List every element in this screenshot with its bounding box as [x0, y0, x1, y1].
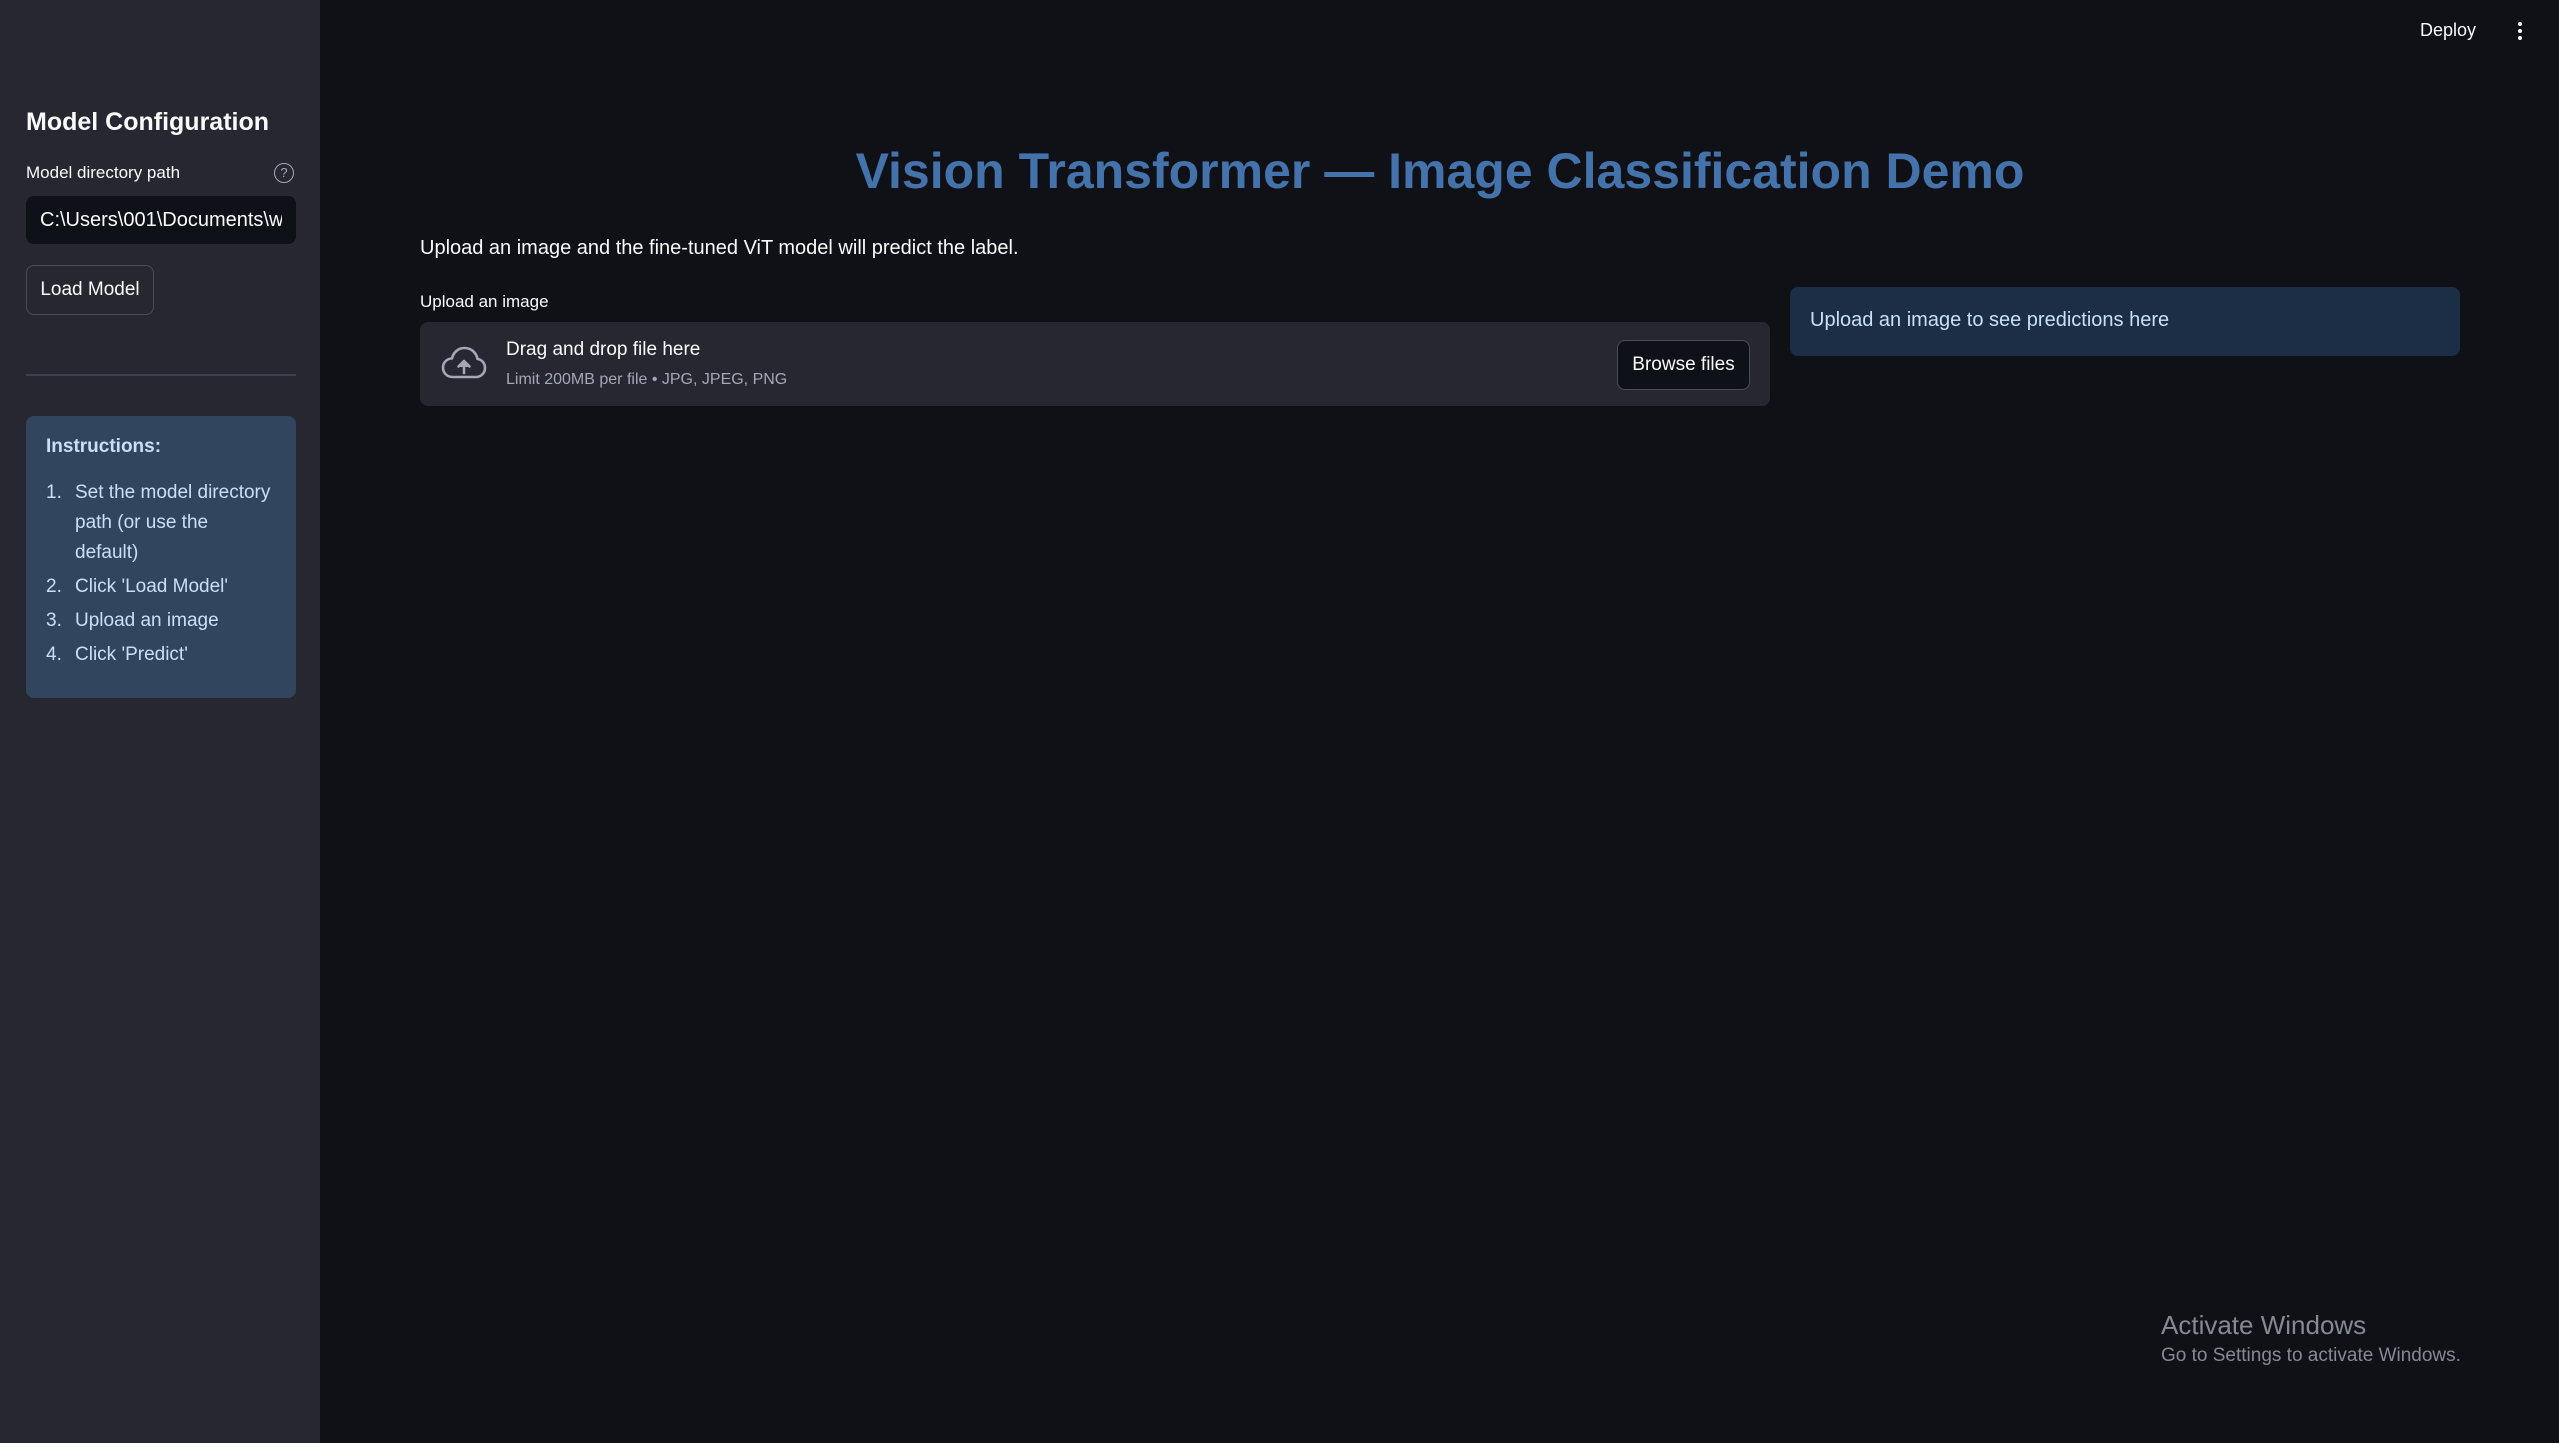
dropzone-instruction: Drag and drop file here	[506, 339, 701, 360]
instruction-number: 4.	[46, 644, 62, 665]
instruction-item: 4. Click 'Predict'	[46, 640, 276, 670]
deploy-button[interactable]: Deploy	[2420, 20, 2476, 41]
instructions-list: 1. Set the model directory path (or use …	[46, 478, 276, 670]
instruction-number: 3.	[46, 610, 62, 631]
model-dir-input[interactable]	[26, 196, 296, 244]
browse-files-button[interactable]: Browse files	[1617, 340, 1750, 390]
instruction-text: Set the model directory path (or use the…	[75, 482, 271, 563]
page-title: Vision Transformer — Image Classificatio…	[855, 143, 2025, 199]
dropzone-limit: Limit 200MB per file • JPG, JPEG, PNG	[506, 371, 788, 388]
model-dir-label: Model directory path	[26, 163, 181, 182]
instruction-text: Click 'Load Model'	[75, 576, 228, 597]
instruction-text: Upload an image	[75, 610, 219, 631]
instruction-number: 2.	[46, 576, 62, 597]
sidebar-title: Model Configuration	[26, 108, 270, 136]
page-subtitle: Upload an image and the fine-tuned ViT m…	[420, 237, 1019, 259]
cloud-upload-icon	[441, 346, 487, 379]
instruction-item: 1. Set the model directory path (or use …	[46, 478, 276, 568]
sidebar-divider	[26, 374, 296, 376]
sidebar: Model Configuration Model directory path…	[0, 0, 320, 1443]
instructions-box: Instructions: 1. Set the model directory…	[26, 416, 296, 698]
activate-windows-subtitle: Go to Settings to activate Windows.	[2161, 1345, 2461, 1366]
activate-windows-title: Activate Windows	[2161, 1310, 2367, 1340]
instruction-number: 1.	[46, 482, 62, 503]
help-icon[interactable]: ?	[274, 163, 294, 183]
app-root: Model Configuration Model directory path…	[0, 0, 2559, 1443]
upload-label: Upload an image	[420, 292, 549, 311]
file-dropzone[interactable]: Drag and drop file here Limit 200MB per …	[420, 322, 1770, 406]
load-model-button[interactable]: Load Model	[26, 265, 154, 315]
instruction-text: Click 'Predict'	[75, 644, 188, 665]
instruction-item: 3. Upload an image	[46, 606, 276, 636]
instructions-title: Instructions:	[46, 436, 162, 457]
prediction-info-box: Upload an image to see predictions here	[1790, 287, 2460, 356]
more-vertical-icon[interactable]	[2514, 20, 2526, 42]
instruction-item: 2. Click 'Load Model'	[46, 572, 276, 602]
